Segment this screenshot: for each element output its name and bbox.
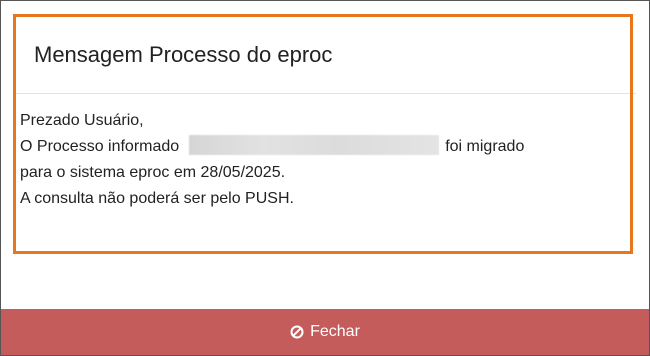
message-dialog: Mensagem Processo do eproc Prezado Usuár…	[0, 0, 649, 355]
close-button[interactable]: Fechar	[1, 309, 649, 355]
highlight-annotation	[13, 14, 633, 254]
close-button-label: Fechar	[310, 323, 360, 340]
ban-icon	[290, 325, 304, 339]
